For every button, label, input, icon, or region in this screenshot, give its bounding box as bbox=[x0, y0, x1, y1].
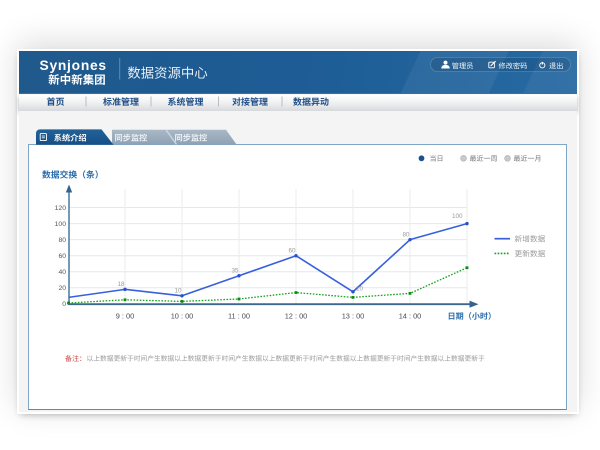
svg-text:120: 120 bbox=[55, 205, 67, 212]
svg-text:100: 100 bbox=[55, 221, 67, 228]
svg-text:10: 10 bbox=[356, 286, 364, 293]
svg-text:0: 0 bbox=[62, 301, 66, 308]
svg-text:10 : 00: 10 : 00 bbox=[171, 312, 194, 321]
svg-text:100: 100 bbox=[452, 213, 463, 220]
svg-text:80: 80 bbox=[58, 237, 66, 244]
svg-text:14 : 00: 14 : 00 bbox=[399, 312, 422, 321]
svg-text:12 : 00: 12 : 00 bbox=[285, 312, 308, 321]
svg-text:10: 10 bbox=[174, 288, 182, 295]
svg-text:60: 60 bbox=[58, 253, 66, 260]
svg-text:40: 40 bbox=[58, 269, 66, 276]
svg-text:80: 80 bbox=[402, 232, 410, 239]
svg-text:Synjones: Synjones bbox=[40, 58, 107, 73]
svg-text:60: 60 bbox=[288, 248, 296, 255]
svg-text:9 : 00: 9 : 00 bbox=[116, 312, 135, 321]
svg-text:35: 35 bbox=[231, 268, 239, 275]
svg-text:20: 20 bbox=[58, 285, 66, 292]
svg-text:18: 18 bbox=[117, 281, 125, 288]
svg-text:13 : 00: 13 : 00 bbox=[342, 312, 365, 321]
svg-text:11 : 00: 11 : 00 bbox=[228, 312, 250, 321]
